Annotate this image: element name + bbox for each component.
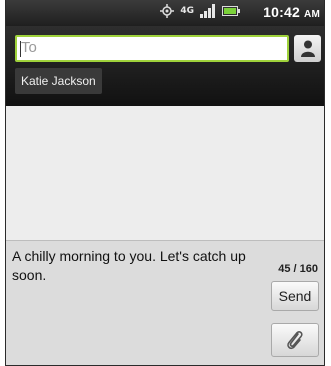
clock-time: 10:42: [263, 4, 300, 20]
send-button[interactable]: Send: [271, 281, 319, 311]
recipient-chip[interactable]: Katie Jackson: [15, 68, 102, 94]
status-bar: 4G 10:42 AM: [6, 0, 324, 26]
compose-header: To Katie Jackson: [6, 26, 324, 106]
paperclip-icon: [287, 330, 303, 350]
gps-icon: [160, 4, 175, 18]
signal-icon: [200, 4, 215, 18]
clock-ampm: AM: [304, 9, 320, 20]
status-clock: 10:42 AM: [263, 4, 320, 20]
network-4g-icon: 4G: [180, 6, 194, 16]
message-thread-area: [6, 106, 324, 240]
sms-compose-screen: 4G 10:42 AM To Katie Jackson A chilly mo…: [5, 0, 325, 366]
compose-bar: A chilly morning to you. Let's catch up …: [6, 240, 324, 365]
status-icons: 4G: [160, 4, 240, 18]
to-field[interactable]: To: [15, 35, 289, 62]
contacts-button[interactable]: [294, 35, 321, 62]
message-text-input[interactable]: A chilly morning to you. Let's catch up …: [12, 247, 262, 357]
attach-button[interactable]: [271, 323, 319, 357]
character-counter: 45 / 160: [278, 263, 318, 275]
contact-person-icon: [300, 40, 315, 57]
to-placeholder: To: [21, 39, 37, 56]
battery-icon: [222, 6, 240, 16]
